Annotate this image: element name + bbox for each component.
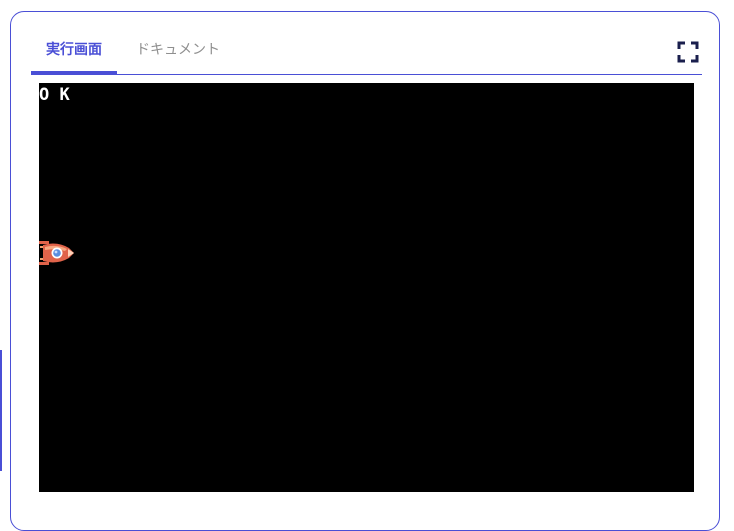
- screen-output-text: O K: [39, 85, 70, 105]
- tab-run-screen[interactable]: 実行画面: [31, 38, 117, 74]
- left-edge-accent-line: [0, 350, 2, 471]
- tab-bar: 実行画面 ドキュメント: [31, 38, 702, 75]
- spaceship-sprite: [39, 241, 74, 265]
- program-output-screen[interactable]: O K: [39, 83, 694, 492]
- execution-panel: 実行画面 ドキュメント O K: [10, 11, 720, 531]
- fullscreen-button[interactable]: [677, 41, 699, 63]
- fullscreen-icon: [677, 41, 699, 63]
- tab-documents[interactable]: ドキュメント: [136, 38, 226, 74]
